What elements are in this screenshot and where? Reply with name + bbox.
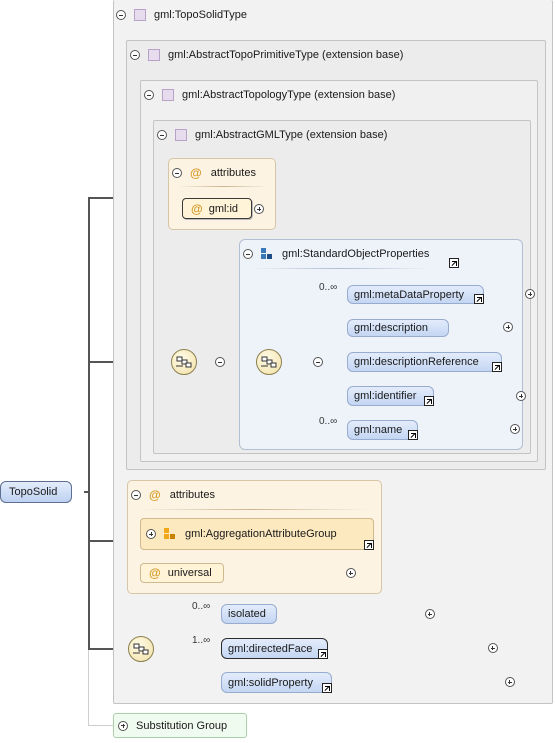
element-identifier[interactable]: gml:identifier xyxy=(347,386,434,406)
collapse-toggle-icon[interactable] xyxy=(144,90,154,100)
sequence-compositor-icon[interactable] xyxy=(171,349,197,375)
reference-arrow-icon[interactable] xyxy=(449,258,459,268)
outer-attributes-header: @ attributes xyxy=(131,488,215,502)
type-label-abstract-topo-primitive: gml:AbstractTopoPrimitiveType (extension… xyxy=(168,49,404,61)
type-label-topo-solid: gml:TopoSolidType xyxy=(154,9,247,21)
group-header: gml:StandardObjectProperties xyxy=(243,247,429,261)
root-element-label: TopoSolid xyxy=(9,486,58,498)
attribute-at-icon: @ xyxy=(149,566,161,580)
collapse-toggle-icon[interactable] xyxy=(157,130,167,140)
type-label-abstract-topology: gml:AbstractTopologyType (extension base… xyxy=(182,89,396,101)
collapse-toggle-icon[interactable] xyxy=(116,10,126,20)
occurrence-label: 1..∞ xyxy=(192,635,211,646)
attribute-at-icon: @ xyxy=(190,166,202,180)
outer-attributes-separator xyxy=(138,509,368,510)
reference-arrow-icon xyxy=(408,430,418,440)
collapse-toggle-icon[interactable] xyxy=(130,50,140,60)
element-isolated[interactable]: isolated xyxy=(221,604,277,624)
element-label: isolated xyxy=(228,608,266,620)
collapse-toggle-icon[interactable] xyxy=(172,168,182,178)
expand-toggle-icon[interactable] xyxy=(487,643,498,653)
collapse-toggle-icon[interactable] xyxy=(215,357,226,367)
type-square-icon xyxy=(148,49,160,61)
sequence-symbol xyxy=(176,356,192,368)
type-square-icon xyxy=(175,129,187,141)
type-header-topo-solid: gml:TopoSolidType xyxy=(116,8,247,22)
attribute-at-icon: @ xyxy=(191,201,203,216)
element-label: gml:identifier xyxy=(354,390,417,402)
reference-arrow-icon xyxy=(492,362,502,372)
attribute-group-aggregation[interactable]: gml:AggregationAttributeGroup xyxy=(140,518,374,550)
standard-object-properties-group xyxy=(239,239,523,450)
attribute-group-label: gml:AggregationAttributeGroup xyxy=(185,528,337,540)
element-label: gml:solidProperty xyxy=(228,676,313,689)
attribute-group-icon xyxy=(164,528,176,540)
attribute-universal[interactable]: @ universal xyxy=(140,563,224,583)
inner-attributes-header: @ attributes xyxy=(172,166,256,180)
element-label: gml:descriptionReference xyxy=(354,356,479,368)
inner-attributes-title: attributes xyxy=(210,167,256,179)
reference-arrow-icon xyxy=(449,258,459,268)
occurrence-label: 0..∞ xyxy=(192,601,211,612)
sequence-compositor-icon[interactable] xyxy=(256,349,282,375)
element-label: gml:description xyxy=(354,322,428,334)
element-directed-face[interactable]: gml:directedFace xyxy=(221,638,328,659)
element-label: gml:metaDataProperty xyxy=(354,288,465,301)
substitution-connector-h xyxy=(88,725,114,726)
collapse-toggle-icon[interactable] xyxy=(131,490,141,500)
outer-attributes-title: attributes xyxy=(169,489,215,501)
reference-arrow-icon xyxy=(424,396,434,406)
attribute-label: gml:id xyxy=(208,202,239,215)
root-element-topo-solid[interactable]: TopoSolid xyxy=(0,481,72,503)
root-connector-wire xyxy=(84,491,89,493)
element-name[interactable]: gml:name xyxy=(347,420,418,440)
attribute-label: universal xyxy=(167,567,212,579)
type-header-abstract-topo-primitive: gml:AbstractTopoPrimitiveType (extension… xyxy=(130,48,403,62)
element-label: gml:directedFace xyxy=(228,642,313,655)
element-description[interactable]: gml:description xyxy=(347,319,449,337)
group-title: gml:StandardObjectProperties xyxy=(282,248,430,260)
element-label: gml:name xyxy=(354,424,403,436)
reference-arrow-icon xyxy=(322,683,332,693)
expand-toggle-icon[interactable] xyxy=(504,677,515,687)
element-solid-property[interactable]: gml:solidProperty xyxy=(221,672,332,693)
expand-toggle-icon[interactable] xyxy=(424,609,435,619)
expand-toggle-icon[interactable] xyxy=(345,568,356,578)
element-meta-data-property[interactable]: gml:metaDataProperty xyxy=(347,285,484,304)
reference-arrow-icon xyxy=(474,294,484,304)
main-trunk-wire xyxy=(88,198,90,649)
group-icon xyxy=(261,248,273,260)
expand-toggle-icon[interactable] xyxy=(146,529,156,539)
attribute-gml-id[interactable]: @ gml:id xyxy=(182,198,252,219)
element-description-reference[interactable]: gml:descriptionReference xyxy=(347,352,502,372)
substitution-group-label: Substitution Group xyxy=(136,719,228,732)
substitution-group[interactable]: Substitution Group xyxy=(113,713,247,738)
group-separator xyxy=(250,268,430,269)
reference-arrow-icon xyxy=(318,649,328,659)
inner-attributes-separator xyxy=(178,186,268,187)
type-square-icon xyxy=(134,9,146,21)
collapse-toggle-icon[interactable] xyxy=(243,249,253,259)
type-header-abstract-gml: gml:AbstractGMLType (extension base) xyxy=(157,128,387,142)
sequence-compositor-icon[interactable] xyxy=(128,636,154,662)
occurrence-label: 0..∞ xyxy=(319,282,338,293)
reference-arrow-icon xyxy=(364,540,374,550)
sequence-symbol xyxy=(133,643,149,655)
expand-toggle-icon[interactable] xyxy=(254,204,264,214)
type-square-icon xyxy=(162,89,174,101)
type-header-abstract-topology: gml:AbstractTopologyType (extension base… xyxy=(144,88,395,102)
type-label-abstract-gml: gml:AbstractGMLType (extension base) xyxy=(195,129,388,141)
sequence-symbol xyxy=(261,356,277,368)
expand-toggle-icon[interactable] xyxy=(118,720,128,731)
occurrence-label: 0..∞ xyxy=(319,416,338,427)
attribute-at-icon: @ xyxy=(149,488,161,502)
